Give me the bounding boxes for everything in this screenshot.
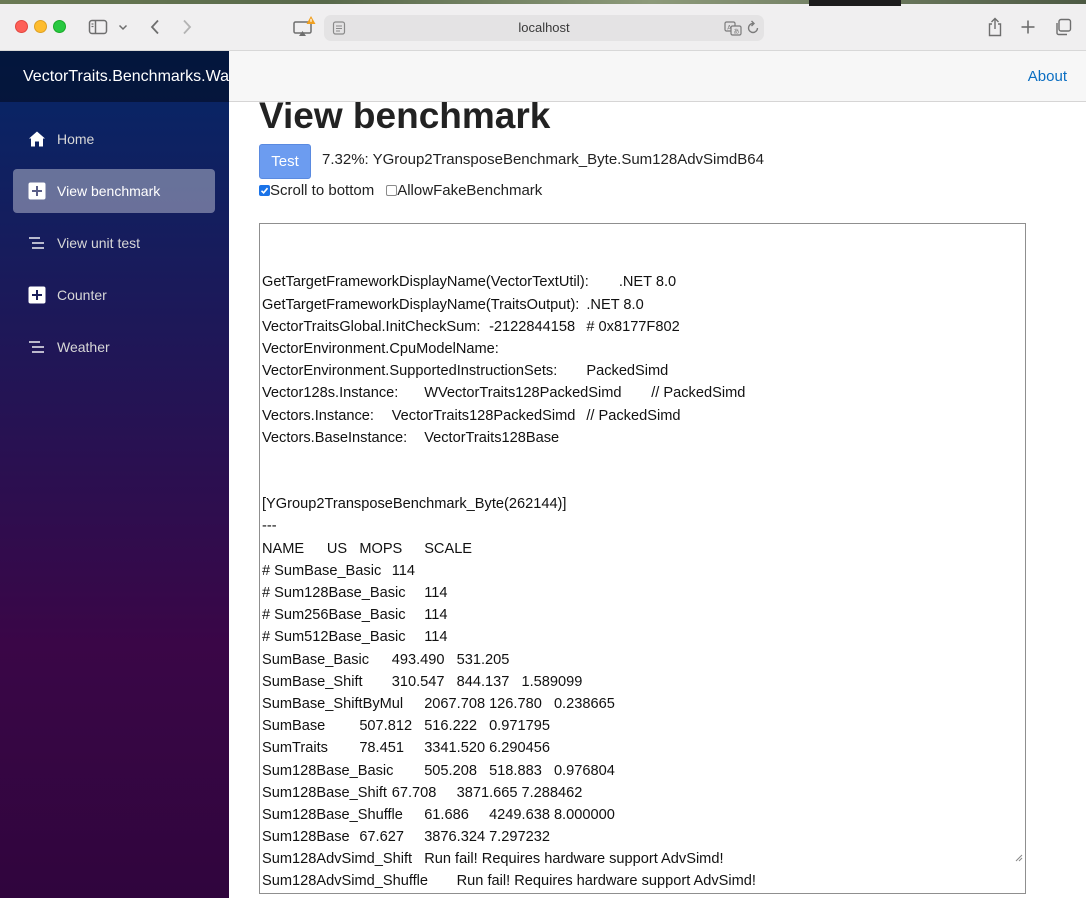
forward-icon[interactable] [176,14,198,40]
sidebar-item-label: View unit test [57,235,141,251]
sidebar-item-home[interactable]: Home [13,117,215,161]
allow-fake-benchmark-label[interactable]: AllowFakeBenchmark [397,182,542,199]
output-line: Sum128Base_Basic 505.208 518.883 0.97680… [262,762,615,779]
output-line: # Sum256Base_Basic 114 [262,607,448,624]
scroll-to-bottom-label[interactable]: Scroll to bottom [270,182,374,199]
output-line: Sum128AdvSimd_Shuffle Run fail! Requires… [262,873,756,890]
brand-bar: VectorTraits.Benchmarks.Wasm [0,51,229,102]
sidebar-item-label: Home [57,131,95,147]
close-window-button[interactable] [15,20,28,33]
top-row: About [229,51,1086,102]
new-tab-icon[interactable] [1017,14,1039,40]
resize-handle-icon[interactable] [990,824,1023,891]
output-line: SumBase 507.812 516.222 0.971795 [262,718,550,735]
sidebar-item-view-benchmark[interactable]: View benchmark [13,169,215,213]
output-line: Vectors.BaseInstance: VectorTraits128Bas… [262,429,560,446]
output-line: GetTargetFrameworkDisplayName(TraitsOutp… [262,296,644,313]
output-line: VectorEnvironment.CpuModelName: [262,340,522,357]
tabs-icon[interactable] [1052,14,1074,40]
sidebar-item-counter[interactable]: Counter [13,273,215,317]
url-text[interactable]: localhost [324,15,764,41]
about-link[interactable]: About [1028,51,1067,102]
output-line: --- [262,518,277,535]
scroll-to-bottom-checkbox[interactable] [259,185,270,196]
output-line: Sum128Base 67.627 3876.324 7.297232 [262,829,550,846]
address-bar[interactable]: localhost Aあ [324,15,764,41]
output-line: # SumBase_Basic 114 [262,562,416,579]
output-line: VectorTraitsGlobal.InitCheckSum: -212284… [262,318,680,335]
plus-icon [27,285,47,305]
airplay-icon[interactable] [290,14,318,40]
back-icon[interactable] [144,14,166,40]
output-line: GetTargetFrameworkDisplayName(VectorText… [262,274,677,291]
output-line: SumBase_ShiftByMul 2067.708 126.780 0.23… [262,695,615,712]
sidebar-item-label: Counter [57,287,107,303]
output-line: Sum128AdvSimd_Shift Run fail! Requires h… [262,851,724,868]
output-line: [YGroup2TransposeBenchmark_Byte(262144)] [262,496,567,513]
sidebar-item-view-unit-test[interactable]: View unit test [13,221,215,265]
output-line: Sum128AdvSimd_ShuffleX Run fail! Require… [262,893,1023,894]
minimize-window-button[interactable] [34,20,47,33]
svg-text:あ: あ [734,29,740,36]
test-button[interactable]: Test [259,144,311,179]
options-row: Scroll to bottom AllowFakeBenchmark [259,182,542,199]
reload-icon[interactable] [746,20,760,41]
main-content: About View benchmark Test 7.32%: YGroup2… [229,51,1086,898]
sidebar-item-label: Weather [57,339,110,355]
sidebar-item-label: View benchmark [57,183,161,199]
output-line: # Sum128Base_Basic 114 [262,585,448,602]
translate-icon[interactable]: Aあ [724,20,742,41]
benchmark-output-textarea[interactable]: GetTargetFrameworkDisplayName(VectorText… [259,223,1026,894]
sidebar-item-weather[interactable]: Weather [13,325,215,369]
list-icon [27,337,47,357]
list-icon [27,233,47,253]
sidebar-icon[interactable] [86,14,110,40]
output-line: Vector128s.Instance: WVectorTraits128Pac… [262,385,746,402]
output-line: Sum128Base_Shuffle 61.686 4249.638 8.000… [262,806,615,823]
output-line: VectorEnvironment.SupportedInstructionSe… [262,363,669,380]
progress-status: 7.32%: YGroup2TransposeBenchmark_Byte.Su… [322,151,764,168]
output-line: # Sum512Base_Basic 114 [262,629,448,646]
output-line: SumTraits 78.451 3341.520 6.290456 [262,740,550,757]
plus-icon [27,181,47,201]
output-line: SumBase_Basic 493.490 531.205 [262,651,510,668]
output-line: Vectors.Instance: VectorTraits128PackedS… [262,407,681,424]
home-icon [27,129,47,149]
output-line: Sum128Base_Shift 67.708 3871.665 7.28846… [262,784,583,801]
allow-fake-benchmark-checkbox[interactable] [386,185,398,196]
output-line: SumBase_Shift 310.547 844.137 1.589099 [262,673,583,690]
chevron-down-icon[interactable] [116,14,130,40]
output-line: NAME US MOPS SCALE [262,540,473,557]
brand-title[interactable]: VectorTraits.Benchmarks.Wasm [23,51,229,102]
zoom-window-button[interactable] [53,20,66,33]
window-top-band [0,0,1086,6]
browser-toolbar: localhost Aあ [0,0,1086,51]
share-icon[interactable] [984,14,1006,40]
sidebar: VectorTraits.Benchmarks.Wasm Home View b… [0,51,229,898]
